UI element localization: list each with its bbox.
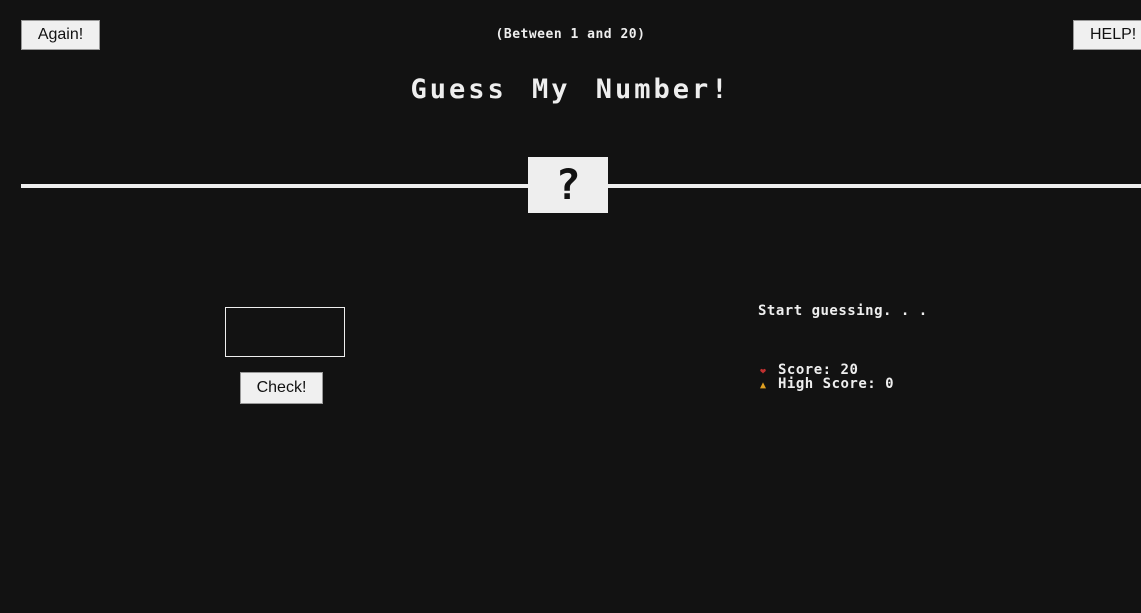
secret-number-box: ? <box>528 157 608 213</box>
high-score-label: High Score: <box>778 376 877 392</box>
status-message: Start guessing. . . <box>758 303 928 319</box>
page-title: Guess My Number! <box>410 74 731 105</box>
range-hint: (Between 1 and 20) <box>495 27 646 42</box>
trophy-icon: ▲ <box>760 380 767 391</box>
guess-input[interactable] <box>225 307 345 357</box>
help-button[interactable]: HELP! <box>1073 20 1141 50</box>
high-score-value: 0 <box>885 376 895 392</box>
high-score-line: ▲ High Score: 0 <box>760 377 894 393</box>
check-button[interactable]: Check! <box>240 372 323 404</box>
